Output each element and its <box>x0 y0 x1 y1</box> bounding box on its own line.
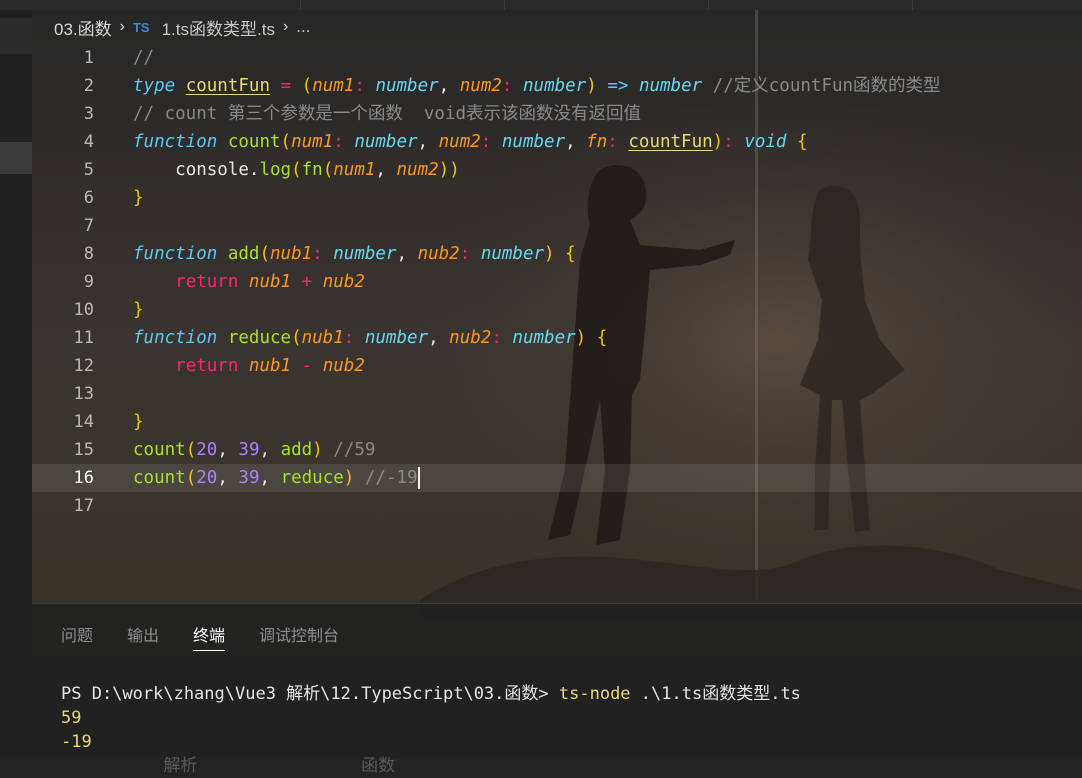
line-number: 6 <box>83 188 94 208</box>
line-number: 1 <box>83 48 94 68</box>
code-line: 1 // <box>32 44 1082 72</box>
terminal-prompt: PS D:\work\zhang\Vue3 解析\12.TypeScript\0… <box>61 684 549 704</box>
code-line: 9 return nub1 + nub2 <box>32 268 1082 296</box>
line-number: 11 <box>73 328 94 348</box>
code-line-current: 16 count(20, 39, reduce) //-19 <box>32 464 1082 492</box>
code-line: 15 count(20, 39, add) //59 <box>32 436 1082 464</box>
code-line: 6 } <box>32 184 1082 212</box>
terminal-partial-line: 函数 <box>361 756 396 776</box>
code-line: 7 <box>32 212 1082 240</box>
breadcrumb-folder[interactable]: 03.函数 <box>54 15 112 40</box>
comment: //-19 <box>364 468 418 488</box>
terminal-partial-line: 解析 <box>163 756 198 776</box>
line-number: 8 <box>83 244 94 264</box>
typescript-file-icon: TS <box>132 19 150 35</box>
tab-output[interactable]: 输出 <box>127 622 159 651</box>
terminal-output-line: -19 <box>61 732 92 752</box>
breadcrumb-file[interactable]: 1.ts函数类型.ts <box>162 15 275 40</box>
code-line: 13 <box>32 380 1082 408</box>
line-number: 5 <box>83 160 94 180</box>
line-number: 17 <box>73 496 94 516</box>
line-number: 4 <box>83 132 94 152</box>
activity-item[interactable] <box>0 18 32 54</box>
terminal-args: .\1.ts函数类型.ts <box>640 684 801 704</box>
comment: // <box>133 48 155 68</box>
tab-debug-console[interactable]: 调试控制台 <box>259 622 339 651</box>
terminal-output[interactable]: PS D:\work\zhang\Vue3 解析\12.TypeScript\0… <box>61 682 801 778</box>
breadcrumb-more[interactable]: ... <box>296 17 310 37</box>
line-number: 3 <box>83 104 94 124</box>
breadcrumb: 03.函数 › TS 1.ts函数类型.ts › ... <box>54 15 310 40</box>
comment: // count 第三个参数是一个函数 void表示该函数没有返回值 <box>133 104 642 124</box>
activity-bar <box>0 10 32 757</box>
line-number: 10 <box>73 300 94 320</box>
chevron-right-icon: › <box>119 18 125 35</box>
tab-problems[interactable]: 问题 <box>61 622 93 651</box>
code-line: 4 function count(num1: number, num2: num… <box>32 128 1082 156</box>
line-number: 13 <box>73 384 94 404</box>
line-number: 15 <box>73 440 94 460</box>
panel-tabs: 问题 输出 终端 调试控制台 <box>61 622 373 651</box>
code-editor[interactable]: 1 // 2 type countFun = (num1: number, nu… <box>32 44 1082 602</box>
code-line: 3 // count 第三个参数是一个函数 void表示该函数没有返回值 <box>32 100 1082 128</box>
line-number: 14 <box>73 412 94 432</box>
terminal-output-line: 59 <box>61 708 82 728</box>
line-number: 2 <box>83 76 94 96</box>
code-line: 8 function add(nub1: number, nub2: numbe… <box>32 240 1082 268</box>
comment: //定义countFun函数的类型 <box>712 76 941 96</box>
code-line: 10 } <box>32 296 1082 324</box>
bottom-panel: 问题 输出 终端 调试控制台 PS D:\work\zhang\Vue3 解析\… <box>32 603 1082 776</box>
chevron-right-icon: › <box>282 18 289 35</box>
activity-item-active[interactable] <box>0 142 32 174</box>
code-line: 5 console.log(fn(num1, num2)) <box>32 156 1082 184</box>
line-number: 7 <box>83 216 94 236</box>
tab-terminal[interactable]: 终端 <box>193 622 226 651</box>
code-line: 2 type countFun = (num1: number, num2: n… <box>32 72 1082 100</box>
code-line: 17 <box>32 492 1082 520</box>
code-line: 14 } <box>32 408 1082 436</box>
text-cursor <box>417 467 420 489</box>
comment: //59 <box>333 440 376 460</box>
terminal-command: ts-node <box>558 684 631 704</box>
code-line: 11 function reduce(nub1: number, nub2: n… <box>32 324 1082 352</box>
tab-bar-strip <box>0 0 1082 10</box>
code-line: 12 return nub1 - nub2 <box>32 352 1082 380</box>
line-number: 16 <box>73 468 94 488</box>
line-number: 12 <box>73 356 94 376</box>
line-number: 9 <box>83 272 94 292</box>
